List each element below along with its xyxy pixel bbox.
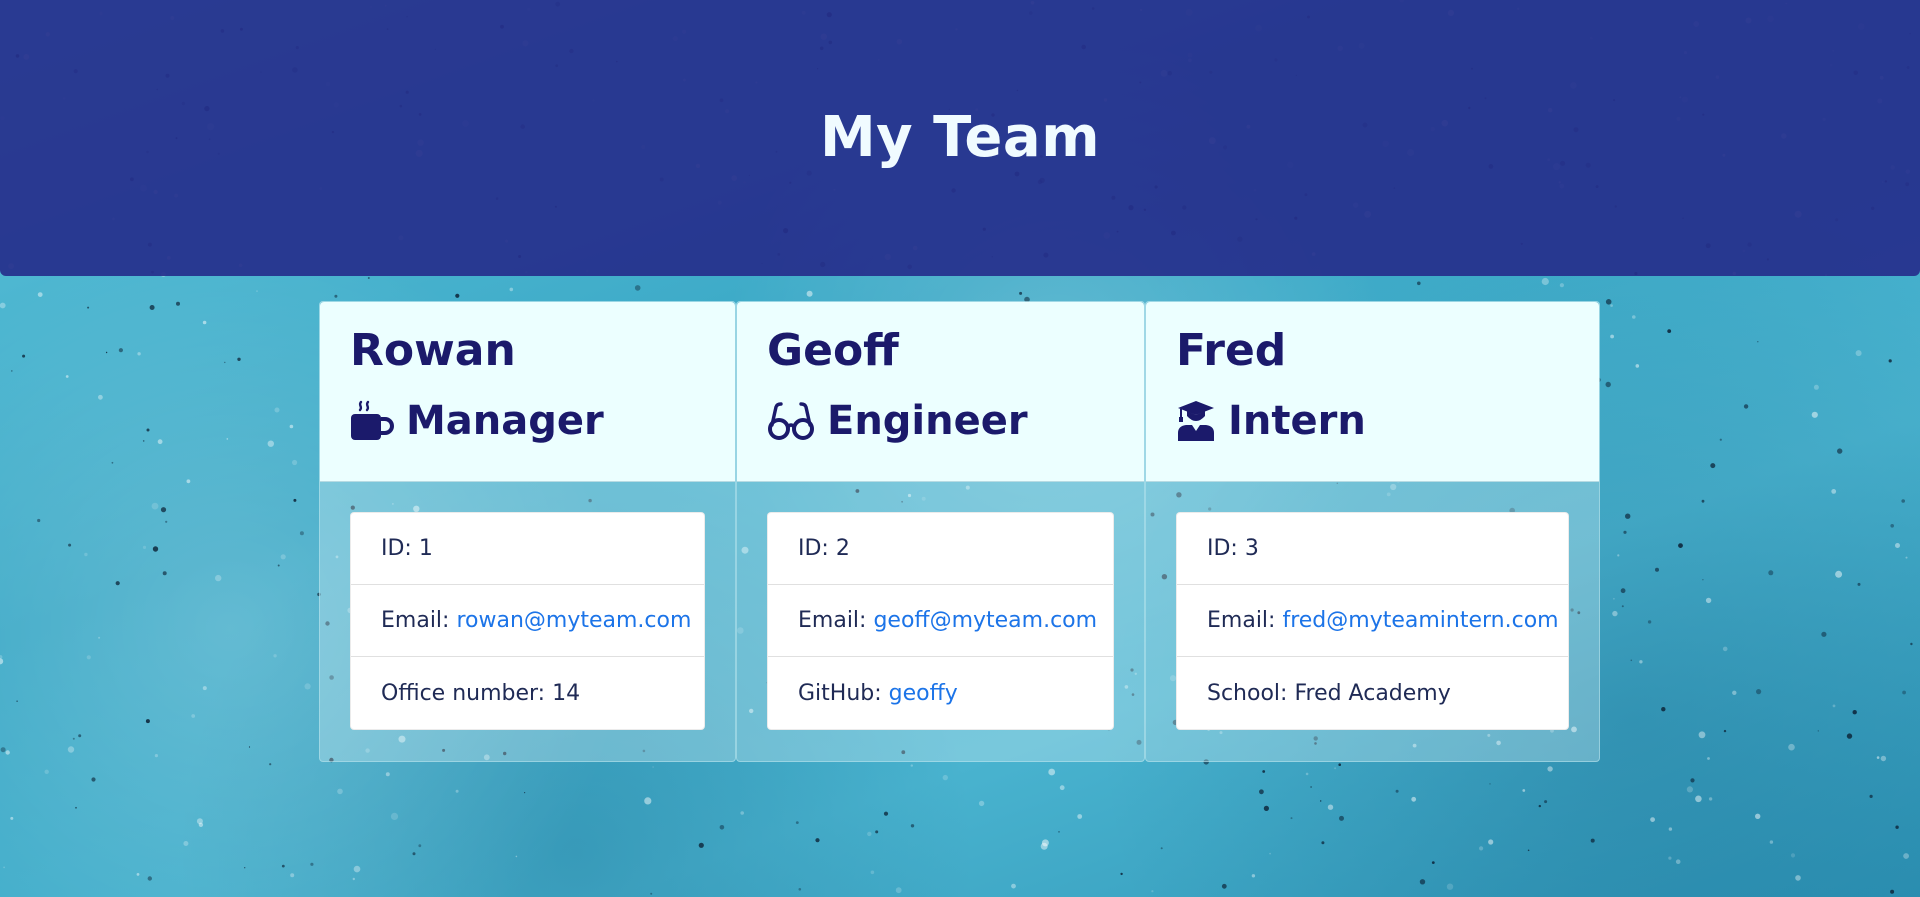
employee-role-label: Intern: [1228, 398, 1366, 444]
card-body: ID: 2 Email: geoff@myteam.com GitHub: ge…: [737, 482, 1144, 730]
card-body: ID: 1 Email: rowan@myteam.com Office num…: [320, 482, 735, 730]
employee-card-engineer: Geoff Engineer ID: 2 Email: geoff@myteam…: [736, 301, 1145, 762]
employee-role: Engineer: [767, 396, 1114, 446]
office-number-row: Office number: 14: [351, 657, 704, 729]
id-row: ID: 1: [351, 513, 704, 585]
email-label: Email:: [798, 608, 867, 633]
card-body: ID: 3 Email: fred@myteamintern.com Schoo…: [1146, 482, 1599, 730]
email-row: Email: rowan@myteam.com: [351, 585, 704, 657]
email-row: Email: fred@myteamintern.com: [1177, 585, 1568, 657]
card-header: Rowan Manager: [320, 302, 735, 482]
github-row: GitHub: geoffy: [768, 657, 1113, 729]
employee-name: Rowan: [350, 325, 516, 376]
id-value: 1: [418, 536, 433, 561]
id-value: 3: [1244, 536, 1259, 561]
card-header: Geoff Engineer: [737, 302, 1144, 482]
school-label: School:: [1207, 680, 1288, 706]
office-number-label: Office number:: [381, 680, 546, 706]
employee-role: Manager: [350, 396, 705, 446]
email-label: Email:: [1207, 608, 1276, 633]
employee-card-intern: Fred Intern ID: 3 Email: fred@myteaminte…: [1145, 301, 1600, 762]
page-title: My Team: [819, 104, 1101, 170]
office-number-value: 14: [552, 680, 581, 706]
employee-role-label: Manager: [406, 398, 604, 444]
employee-role: Intern: [1176, 396, 1569, 446]
email-row: Email: geoff@myteam.com: [768, 585, 1113, 657]
page-header: My Team: [0, 0, 1920, 276]
email-link[interactable]: fred@myteamintern.com: [1282, 608, 1558, 633]
employee-info-list: ID: 1 Email: rowan@myteam.com Office num…: [350, 512, 705, 730]
email-link[interactable]: geoff@myteam.com: [873, 608, 1097, 633]
coffee-mug-icon: [350, 400, 394, 442]
id-label: ID:: [381, 536, 412, 561]
github-link[interactable]: geoffy: [889, 681, 958, 706]
email-link[interactable]: rowan@myteam.com: [456, 608, 691, 633]
id-label: ID:: [1207, 536, 1238, 561]
team-cards: Rowan Manager ID: 1 Email: rowan@myteam.…: [319, 301, 1600, 762]
employee-name: Fred: [1176, 325, 1287, 376]
school-row: School: Fred Academy: [1177, 657, 1568, 729]
employee-name: Geoff: [767, 325, 899, 376]
id-value: 2: [835, 536, 850, 561]
id-row: ID: 3: [1177, 513, 1568, 585]
id-label: ID:: [798, 536, 829, 561]
github-label: GitHub:: [798, 680, 882, 706]
school-value: Fred Academy: [1294, 680, 1451, 706]
id-row: ID: 2: [768, 513, 1113, 585]
employee-card-manager: Rowan Manager ID: 1 Email: rowan@myteam.…: [319, 301, 736, 762]
employee-role-label: Engineer: [827, 398, 1028, 444]
employee-info-list: ID: 3 Email: fred@myteamintern.com Schoo…: [1176, 512, 1569, 730]
graduate-icon: [1176, 400, 1216, 442]
card-header: Fred Intern: [1146, 302, 1599, 482]
email-label: Email:: [381, 608, 450, 633]
employee-info-list: ID: 2 Email: geoff@myteam.com GitHub: ge…: [767, 512, 1114, 730]
glasses-icon: [767, 401, 815, 441]
